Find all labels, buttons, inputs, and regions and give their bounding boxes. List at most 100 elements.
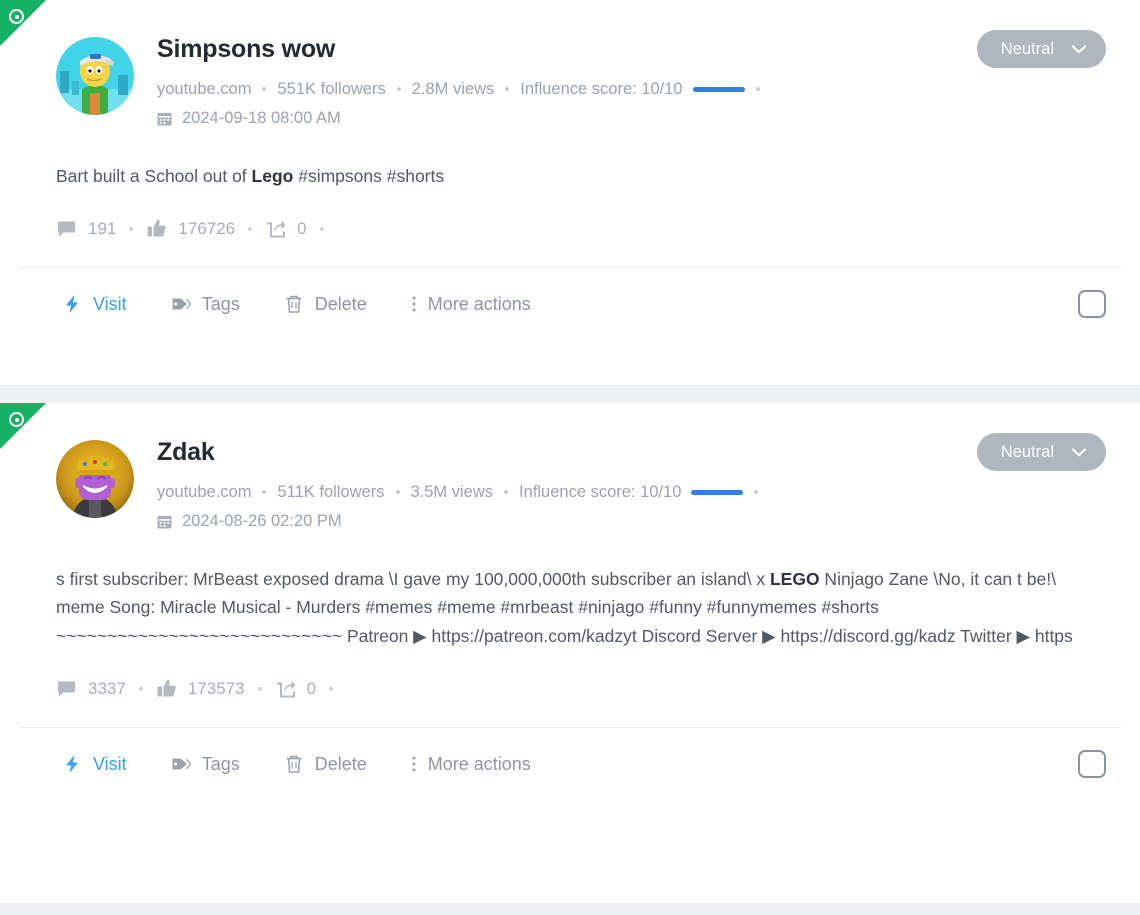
select-checkbox[interactable]	[1078, 290, 1106, 319]
stat-separator	[329, 686, 334, 691]
post-card: Zdak youtube.com 511K followers 3.5M vie…	[0, 403, 1140, 903]
shares-count: 0	[306, 678, 317, 698]
post-text-highlight: LEGO	[769, 569, 820, 590]
engagement-stats: 3337 173573 0	[0, 678, 1140, 699]
calendar-icon	[157, 515, 172, 529]
tags-label: Tags	[201, 293, 240, 314]
likes-count: 173573	[187, 678, 245, 698]
avatar-image	[56, 440, 134, 518]
followers-count: 511K followers	[277, 482, 385, 501]
post-header: Simpsons wow youtube.com 551K followers …	[0, 0, 1140, 128]
post-header: Zdak youtube.com 511K followers 3.5M vie…	[0, 403, 1140, 531]
sentiment-dropdown[interactable]: Neutral	[976, 30, 1106, 68]
share-icon	[276, 680, 295, 698]
engagement-stats: 191 176726 0	[0, 218, 1140, 239]
sentiment-label: Neutral	[1000, 442, 1054, 461]
likes-stat: 176726	[146, 218, 235, 239]
influence-score: Influence score: 10/10	[519, 482, 682, 501]
tag-icon	[172, 758, 191, 770]
more-actions-label: More actions	[427, 753, 531, 774]
post-text-highlight: Lego	[251, 166, 294, 187]
visit-button[interactable]: Visit	[62, 294, 127, 315]
more-actions-label: More actions	[427, 293, 531, 314]
trash-icon	[286, 296, 302, 314]
lightning-icon	[66, 295, 78, 314]
eye-icon	[9, 9, 24, 24]
tags-label: Tags	[201, 753, 240, 774]
account-name: Simpsons wow	[157, 35, 336, 63]
stat-separator	[319, 226, 324, 231]
post-text: s first subscriber: MrBeast exposed dram…	[0, 565, 1140, 650]
delete-label: Delete	[314, 293, 367, 314]
viewed-ribbon	[0, 403, 46, 449]
thumbs-up-icon	[157, 679, 176, 697]
followers-count: 551K followers	[277, 79, 386, 98]
shares-stat: 0	[275, 678, 316, 699]
post-date: 2024-09-18 08:00 AM	[182, 109, 341, 128]
stat-separator	[248, 226, 253, 231]
chevron-down-icon	[1072, 44, 1086, 53]
stat-separator	[138, 686, 143, 691]
post-date: 2024-08-26 02:20 PM	[182, 512, 342, 531]
delete-button[interactable]: Delete	[284, 754, 367, 775]
post-text: Bart built a School out of Lego #simpson…	[0, 162, 1140, 190]
more-actions-button[interactable]: More actions	[411, 294, 531, 315]
comments-count: 3337	[88, 678, 126, 698]
visit-label: Visit	[93, 293, 127, 314]
avatar[interactable]	[56, 440, 134, 518]
shares-count: 0	[297, 218, 307, 238]
trash-icon	[286, 755, 302, 773]
meta-separator	[504, 490, 509, 495]
more-vertical-icon	[412, 756, 416, 772]
source-domain: youtube.com	[157, 482, 252, 501]
post-meta: youtube.com 511K followers 3.5M views In…	[157, 480, 1106, 506]
influence-score: Influence score: 10/10	[520, 79, 683, 98]
post-text-after: #simpsons #shorts	[293, 166, 445, 187]
share-icon	[267, 220, 286, 238]
lightning-icon	[66, 755, 78, 774]
tag-icon	[172, 298, 191, 310]
thumbs-up-icon	[147, 220, 167, 237]
meta-separator	[505, 87, 510, 92]
avatar[interactable]	[56, 37, 134, 115]
sentiment-dropdown[interactable]: Neutral	[976, 433, 1106, 471]
sentiment-label: Neutral	[1000, 39, 1054, 58]
delete-label: Delete	[314, 753, 367, 774]
comment-icon	[58, 221, 75, 237]
meta-separator	[262, 490, 267, 495]
tags-button[interactable]: Tags	[171, 754, 240, 775]
visit-button[interactable]: Visit	[62, 754, 127, 775]
source-domain: youtube.com	[157, 79, 252, 98]
views-count: 3.5M views	[410, 482, 494, 501]
post-text-before: Bart built a School out of	[56, 166, 252, 187]
visit-label: Visit	[93, 753, 127, 774]
post-text-before: s first subscriber: MrBeast exposed dram…	[56, 569, 770, 590]
comments-stat: 3337	[56, 678, 126, 699]
meta-separator	[396, 87, 401, 92]
more-actions-button[interactable]: More actions	[411, 754, 531, 775]
card-actions: Visit Tags Delete More actions	[0, 728, 1140, 800]
delete-button[interactable]: Delete	[284, 294, 367, 315]
meta-separator	[754, 490, 759, 495]
eye-icon	[9, 412, 24, 427]
chevron-down-icon	[1072, 447, 1086, 456]
likes-stat: 173573	[156, 678, 245, 699]
select-checkbox[interactable]	[1078, 750, 1106, 779]
post-header-text: Simpsons wow youtube.com 551K followers …	[157, 34, 1106, 128]
comments-stat: 191	[56, 218, 116, 239]
influence-score-bar	[692, 86, 745, 92]
post-feed: Simpsons wow youtube.com 551K followers …	[0, 0, 1140, 903]
stat-separator	[129, 226, 134, 231]
influence-score-bar	[691, 489, 744, 495]
post-card: Simpsons wow youtube.com 551K followers …	[0, 0, 1140, 385]
views-count: 2.8M views	[411, 79, 495, 98]
calendar-icon	[157, 112, 172, 126]
meta-separator	[755, 87, 760, 92]
stat-separator	[257, 686, 262, 691]
account-name: Zdak	[157, 438, 215, 466]
meta-separator	[262, 87, 267, 92]
tags-button[interactable]: Tags	[171, 294, 240, 315]
comments-count: 191	[88, 218, 117, 238]
post-header-text: Zdak youtube.com 511K followers 3.5M vie…	[157, 437, 1106, 531]
card-actions: Visit Tags Delete More actions	[0, 268, 1140, 340]
